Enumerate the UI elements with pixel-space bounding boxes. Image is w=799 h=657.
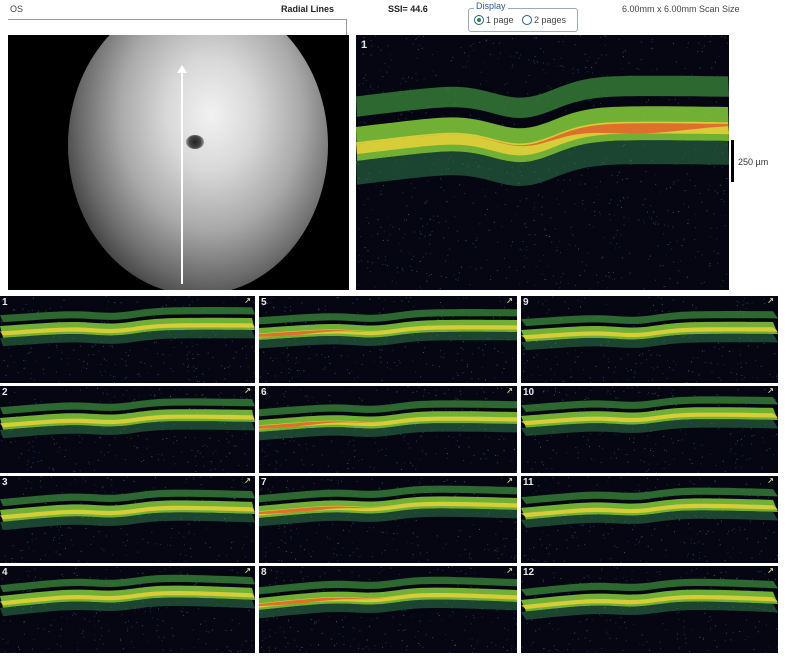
scan-direction-arrow-icon: ↗ [506,386,513,395]
header-divider [8,19,346,20]
scan-direction-arrow-icon: ↗ [244,476,251,485]
thumbnail-bscan-graphic [259,386,517,473]
display-legend: Display [474,1,508,11]
thumbnail-bscan-graphic [0,476,255,563]
fundus-illumination [68,35,328,290]
main-scan-number: 1 [361,39,368,51]
thumbnail-bscan-graphic [521,386,778,473]
thumbnail-bscan-2[interactable]: 2 ↗ [0,386,255,473]
scale-bar-label: 250 µm [738,157,769,167]
thumbnail-bscan-12[interactable]: 12 ↗ [521,566,778,653]
thumbnail-bscan-11[interactable]: 11 ↗ [521,476,778,563]
fundus-image[interactable] [8,35,349,290]
thumbnail-scan-number: 5 [261,297,267,308]
thumbnail-scan-number: 9 [523,297,529,308]
scan-direction-arrow-icon: ↗ [506,476,513,485]
thumbnail-scan-number: 7 [261,477,267,488]
scan-direction-arrow-icon: ↗ [506,296,513,305]
scan-type-label: Radial Lines [281,4,335,14]
thumbnail-bscan-8[interactable]: 8 ↗ [259,566,517,653]
scan-line-marker[interactable] [181,71,183,284]
thumbnail-scan-number: 11 [523,477,534,488]
thumbnail-bscan-10[interactable]: 10 ↗ [521,386,778,473]
scan-direction-arrow-icon: ↗ [506,566,513,575]
display-option-label: 2 pages [534,15,567,25]
thumbnail-bscan-graphic [521,476,778,563]
optic-spot [186,135,204,149]
thumbnail-scan-number: 8 [261,567,267,578]
thumbnail-bscan-graphic [521,296,778,383]
thumbnail-scan-number: 4 [2,567,8,578]
thumbnail-bscan-5[interactable]: 5 ↗ [259,296,517,383]
thumbnail-bscan-9[interactable]: 9 ↗ [521,296,778,383]
thumbnail-bscan-graphic [0,296,255,383]
header-divider-vertical [346,19,347,35]
thumbnail-scan-number: 2 [2,387,8,398]
eye-label: OS [10,4,24,14]
radio-unselected-icon[interactable] [522,15,532,25]
ssi-label: SSI= 44.6 [388,4,428,14]
thumbnail-scan-number: 10 [523,387,535,398]
thumbnail-scan-number: 1 [2,297,8,308]
scan-direction-arrow-icon: ↗ [244,566,251,575]
scan-direction-arrow-icon [177,65,187,73]
thumbnail-bscan-graphic [521,566,778,653]
display-option-label: 1 page [486,15,514,25]
scan-direction-arrow-icon: ↗ [244,386,251,395]
thumbnail-bscan-1[interactable]: 1 ↗ [0,296,255,383]
thumbnail-bscan-graphic [259,476,517,563]
thumbnail-bscan-graphic [0,386,255,473]
thumbnail-bscan-graphic [259,296,517,383]
scan-direction-arrow-icon: ↗ [767,566,774,575]
thumbnail-scan-number: 12 [523,567,535,578]
main-bscan-image[interactable]: 1 [356,35,729,290]
display-option-2-pages[interactable]: 2 pages [522,15,566,25]
scan-direction-arrow-icon: ↗ [767,296,774,305]
scan-size-label: 6.00mm x 6.00mm Scan Size [622,4,740,14]
thumbnail-scan-number: 6 [261,387,267,398]
thumbnail-bscan-graphic [259,566,517,653]
display-option-1-page[interactable]: 1 page [474,15,514,25]
thumbnail-bscan-graphic [0,566,255,653]
scan-direction-arrow-icon: ↗ [767,476,774,485]
thumbnail-bscan-4[interactable]: 4 ↗ [0,566,255,653]
thumbnail-bscan-3[interactable]: 3 ↗ [0,476,255,563]
thumbnail-bscan-7[interactable]: 7 ↗ [259,476,517,563]
scan-direction-arrow-icon: ↗ [767,386,774,395]
thumbnail-bscan-6[interactable]: 6 ↗ [259,386,517,473]
main-bscan-graphic [356,35,729,290]
thumbnail-scan-number: 3 [2,477,8,488]
scan-direction-arrow-icon: ↗ [244,296,251,305]
radio-selected-icon[interactable] [474,15,484,25]
scale-bar [731,140,734,182]
